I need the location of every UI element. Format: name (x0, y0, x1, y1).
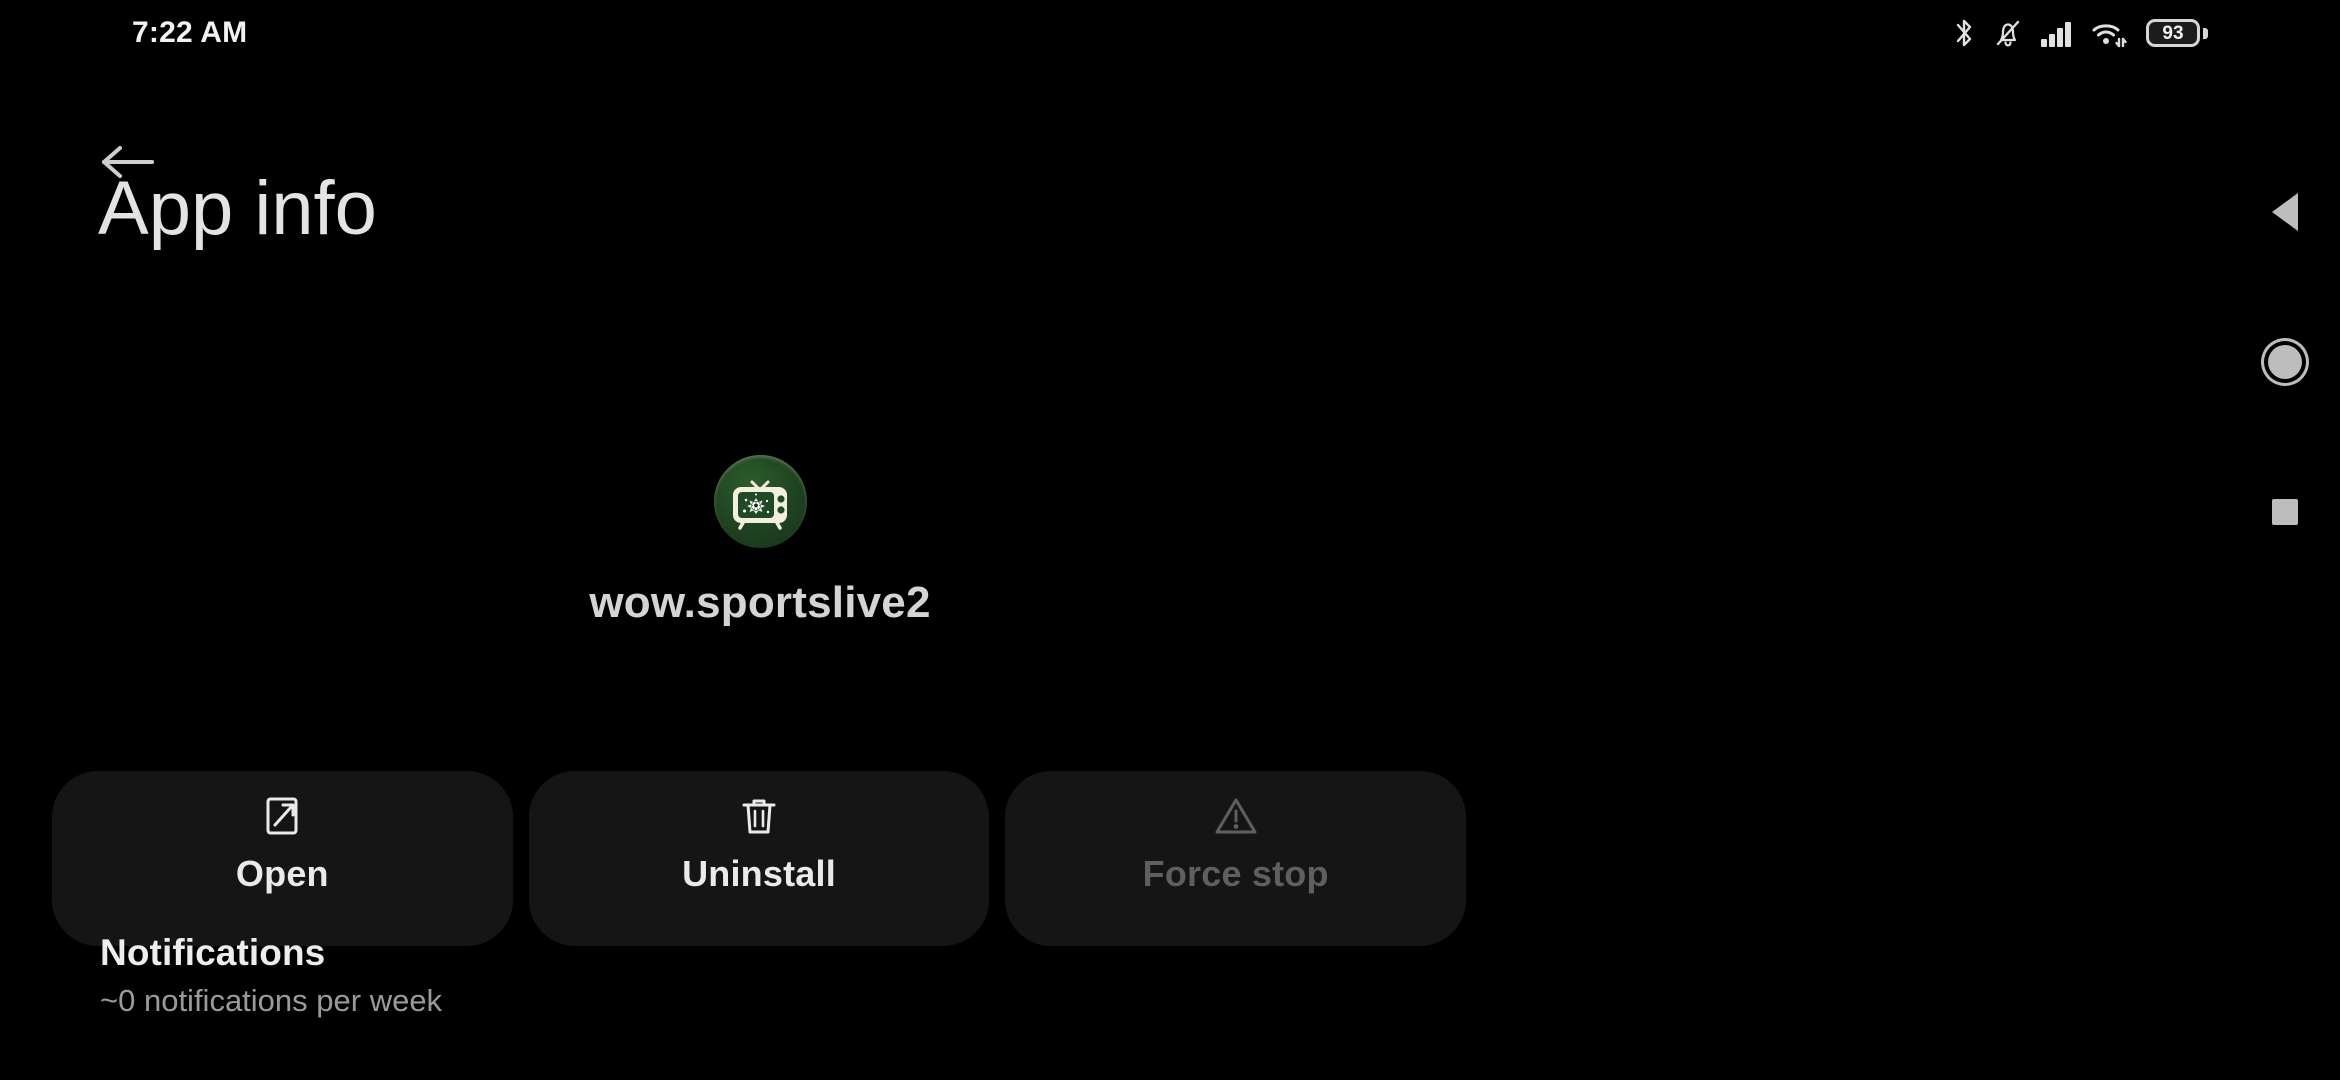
status-bar: 7:22 AM 93 (0, 0, 2340, 66)
uninstall-button-label: Uninstall (682, 853, 836, 894)
battery-nub (2203, 27, 2208, 39)
launch-icon (261, 793, 303, 839)
system-navigation-bar (2230, 0, 2340, 1080)
app-header: wow.sportslive2 (0, 455, 1520, 628)
warning-icon (1213, 793, 1259, 839)
square-recents-icon (2272, 499, 2298, 525)
nav-recents-button[interactable] (2230, 457, 2340, 567)
status-bar-icons: 93 (1952, 17, 2208, 49)
sports-tv-app-icon (713, 455, 807, 548)
wifi-icon (2091, 17, 2129, 49)
open-button[interactable]: Open (52, 771, 513, 946)
nav-home-button[interactable] (2230, 307, 2340, 417)
force-stop-button[interactable]: Force stop (1005, 771, 1467, 946)
settings-item-notifications[interactable]: Notifications ~0 notifications per week (100, 930, 1460, 1021)
battery-icon: 93 (2146, 19, 2208, 47)
nav-back-button[interactable] (2230, 157, 2340, 267)
uninstall-button[interactable]: Uninstall (528, 771, 990, 946)
force-stop-button-label: Force stop (1142, 853, 1329, 894)
battery-percent-label: 93 (2162, 22, 2184, 44)
cellular-signal-icon (2040, 17, 2074, 49)
settings-list: Notifications ~0 notifications per week (100, 930, 1460, 1021)
trash-icon (738, 793, 780, 839)
settings-item-title: Notifications (100, 932, 326, 973)
app-name-label: wow.sportslive2 (589, 578, 931, 627)
bluetooth-icon (1952, 17, 1976, 49)
page-title: App info (98, 166, 377, 251)
status-bar-clock: 7:22 AM (132, 16, 248, 49)
triangle-back-icon (2272, 193, 2298, 231)
notifications-silenced-icon (1993, 17, 2023, 49)
app-actions-row: Open Uninstall Force stop (52, 771, 1467, 946)
circle-home-icon (2268, 345, 2302, 379)
settings-item-subtitle: ~0 notifications per week (100, 983, 443, 1019)
open-button-label: Open (235, 853, 329, 894)
